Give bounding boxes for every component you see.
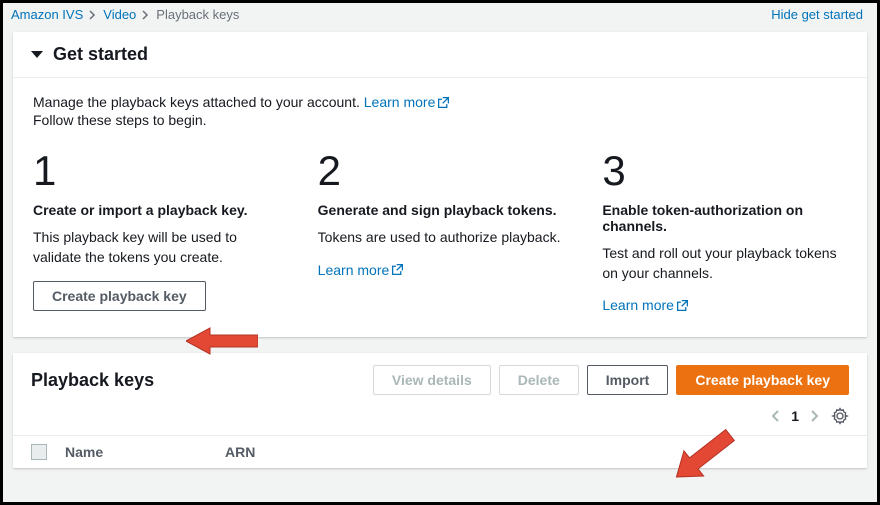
annotation-arrow-icon xyxy=(186,324,258,358)
learn-more-link[interactable]: Learn more xyxy=(318,262,405,278)
step-number: 3 xyxy=(602,150,847,192)
page-number: 1 xyxy=(791,408,799,424)
annotation-arrow-icon xyxy=(648,424,738,504)
next-page-button[interactable] xyxy=(809,410,819,422)
caret-down-icon xyxy=(31,51,43,58)
column-header-name[interactable]: Name xyxy=(65,444,225,460)
table-header-row: Name ARN xyxy=(13,435,867,468)
create-playback-key-primary-button[interactable]: Create playback key xyxy=(676,365,849,395)
pagination: 1 xyxy=(771,408,819,424)
breadcrumb-item-current: Playback keys xyxy=(156,7,239,22)
intro-text-2: Follow these steps to begin. xyxy=(33,112,847,128)
prev-page-button[interactable] xyxy=(771,410,781,422)
chevron-right-icon xyxy=(89,10,97,20)
get-started-title: Get started xyxy=(53,44,148,65)
chevron-right-icon xyxy=(142,10,150,20)
select-all-checkbox[interactable] xyxy=(31,444,47,460)
hide-get-started-link[interactable]: Hide get started xyxy=(771,7,863,22)
step-2: 2 Generate and sign playback tokens. Tok… xyxy=(318,150,563,313)
delete-button[interactable]: Delete xyxy=(499,365,579,395)
step-desc: This playback key will be used to valida… xyxy=(33,228,278,267)
playback-keys-panel: Playback keys View details Delete Import… xyxy=(13,353,867,468)
step-title: Generate and sign playback tokens. xyxy=(318,202,563,218)
step-title: Create or import a playback key. xyxy=(33,202,278,218)
view-details-button[interactable]: View details xyxy=(373,365,491,395)
column-header-arn[interactable]: ARN xyxy=(225,444,849,460)
step-3: 3 Enable token-authorization on channels… xyxy=(602,150,847,313)
get-started-panel: Get started Manage the playback keys att… xyxy=(13,32,867,337)
get-started-header[interactable]: Get started xyxy=(13,32,867,78)
breadcrumb: Amazon IVS Video Playback keys xyxy=(11,7,239,22)
create-playback-key-button[interactable]: Create playback key xyxy=(33,281,206,311)
step-number: 1 xyxy=(33,150,278,192)
external-link-icon xyxy=(437,96,450,109)
intro-text: Manage the playback keys attached to you… xyxy=(33,94,847,110)
import-button[interactable]: Import xyxy=(587,365,669,395)
breadcrumb-item-ivs[interactable]: Amazon IVS xyxy=(11,7,83,22)
settings-gear-icon[interactable] xyxy=(831,407,849,425)
external-link-icon xyxy=(391,263,404,276)
step-title: Enable token-authorization on channels. xyxy=(602,202,847,234)
learn-more-link[interactable]: Learn more xyxy=(364,94,451,110)
breadcrumb-item-video[interactable]: Video xyxy=(103,7,136,22)
step-number: 2 xyxy=(318,150,563,192)
external-link-icon xyxy=(676,299,689,312)
step-desc: Test and roll out your playback tokens o… xyxy=(602,244,847,283)
step-1: 1 Create or import a playback key. This … xyxy=(33,150,278,313)
playback-keys-title: Playback keys xyxy=(31,370,154,391)
step-desc: Tokens are used to authorize playback. xyxy=(318,228,563,248)
learn-more-link[interactable]: Learn more xyxy=(602,297,689,313)
